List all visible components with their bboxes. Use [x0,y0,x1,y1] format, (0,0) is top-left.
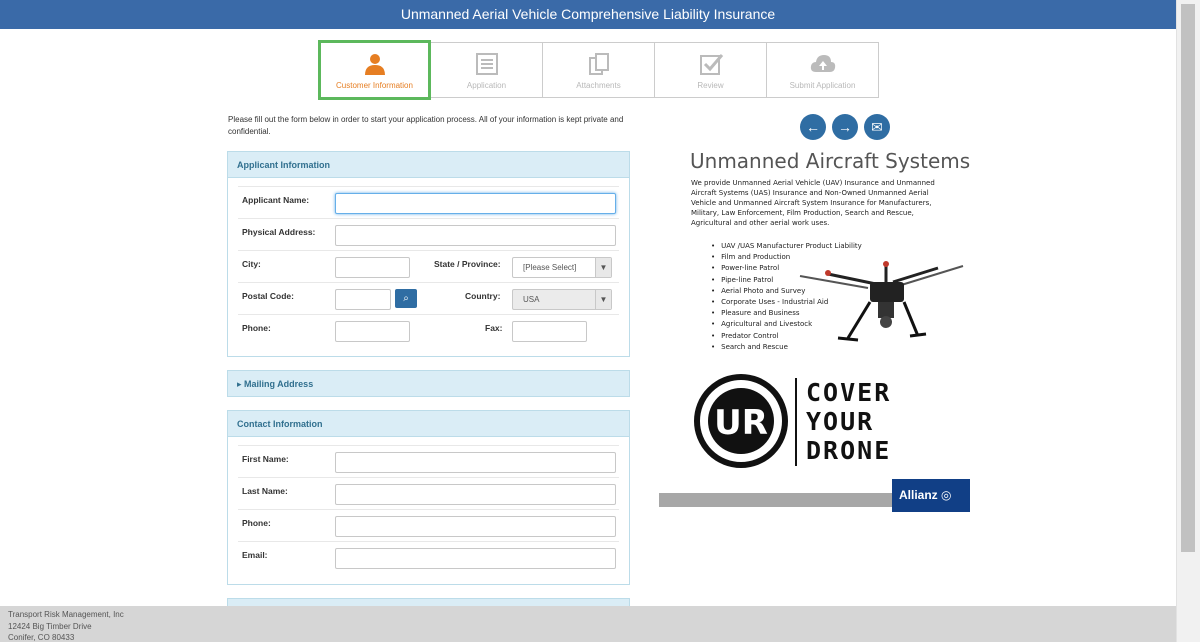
step-label: Submit Application [789,81,856,90]
logo-word: DRONE [806,436,892,465]
first-name-label: First Name: [242,454,289,464]
promo-description: We provide Unmanned Aerial Vehicle (UAV)… [691,179,935,227]
last-name-input[interactable] [335,484,616,505]
arrow-left-icon[interactable]: ← [800,114,826,140]
phone-fax-row: Phone: Fax: [238,314,619,346]
nav-icons: ← → ✉ [800,114,890,140]
person-icon [364,54,385,75]
promo-title: Unmanned Aircraft Systems [690,149,971,173]
city-state-row: City: State / Province: [Please Select] … [238,250,619,282]
fax-input[interactable] [512,321,587,342]
state-select[interactable]: [Please Select] ▼ [512,257,612,278]
country-select[interactable]: USA ▼ [512,289,612,310]
step-submit-application[interactable]: Submit Application [767,42,879,98]
email-input[interactable] [335,548,616,569]
list-item: UAV /UAS Manufacturer Product Liability [711,241,862,252]
step-label: Attachments [576,81,621,90]
last-name-row: Last Name: [238,477,619,509]
check-icon [699,54,723,75]
city-input[interactable] [335,257,410,278]
search-icon: ⌕ [403,293,409,304]
postal-code-label: Postal Code: [242,291,294,301]
logo-word: COVER [806,378,892,407]
physical-address-label: Physical Address: [242,227,316,237]
envelope-icon[interactable]: ✉ [864,114,890,140]
chevron-down-icon: ▼ [595,258,611,277]
physical-address-input[interactable] [335,225,616,246]
step-label: Review [697,81,724,90]
physical-address-row: Physical Address: [238,218,619,250]
intro-text: Please fill out the form below in order … [228,115,624,136]
state-select-value: [Please Select] [523,263,577,272]
step-attachments[interactable]: Attachments [543,42,655,98]
allianz-label: Allianz [899,488,938,502]
cloud-upload-icon [810,55,835,72]
attachments-icon [588,53,609,75]
logo-words: COVER YOUR DRONE [806,378,891,465]
contact-panel: Contact Information First Name: Last Nam… [227,410,630,585]
postal-search-button[interactable]: ⌕ [395,289,417,308]
scrollbar[interactable] [1176,0,1200,642]
applicant-panel: Applicant Information Applicant Name: Ph… [227,151,630,357]
country-select-value: USA [523,295,540,304]
contact-panel-heading: Contact Information [228,411,629,437]
footer-city: Conifer, CO 80433 [8,633,75,642]
city-label: City: [242,259,261,269]
email-row: Email: [238,541,619,573]
step-label: Application [466,81,507,90]
state-label: State / Province: [434,259,501,269]
mailing-address-toggle[interactable]: ▸ Mailing Address [227,370,630,397]
email-label: Email: [242,550,268,560]
allianz-icon: ◎ [941,488,952,502]
contact-phone-input[interactable] [335,516,616,537]
chevron-down-icon: ▼ [595,290,611,309]
step-application[interactable]: Application [431,42,543,98]
applicant-name-label: Applicant Name: [242,195,310,205]
footer: Transport Risk Management, Inc 12424 Big… [0,606,1176,642]
applicant-phone-label: Phone: [242,323,271,333]
page-header: Unmanned Aerial Vehicle Comprehensive Li… [0,0,1176,29]
step-customer-information[interactable]: Customer Information [318,40,431,100]
last-name-label: Last Name: [242,486,288,496]
first-name-input[interactable] [335,452,616,473]
applicant-phone-input[interactable] [335,321,410,342]
step-review[interactable]: Review [655,42,767,98]
drone-image [799,261,964,342]
wizard-steps: Customer Information Application Attachm… [318,40,879,100]
allianz-logo: Allianz ◎ [892,479,970,512]
svg-text:UR: UR [714,403,768,443]
contact-phone-label: Phone: [242,518,271,528]
contact-phone-row: Phone: [238,509,619,541]
applicant-name-input[interactable] [335,193,616,214]
gray-bar [659,493,892,507]
country-label: Country: [465,291,501,301]
scrollbar-thumb[interactable] [1181,4,1195,552]
applicant-panel-heading: Applicant Information [228,152,629,178]
fax-label: Fax: [485,323,503,333]
first-name-row: First Name: [238,445,619,477]
logo-word: YOUR [806,407,875,436]
page-title: Unmanned Aerial Vehicle Comprehensive Li… [400,6,776,22]
step-label: Customer Information [336,81,413,90]
document-icon [475,53,498,75]
postal-code-input[interactable] [335,289,391,310]
applicant-name-row: Applicant Name: [238,186,619,218]
arrow-right-icon[interactable]: → [832,114,858,140]
footer-company: Transport Risk Management, Inc [8,610,124,619]
postal-country-row: Postal Code: ⌕ Country: USA ▼ [238,282,619,314]
footer-street: 12424 Big Timber Drive [8,621,92,631]
logo-divider [795,378,797,466]
